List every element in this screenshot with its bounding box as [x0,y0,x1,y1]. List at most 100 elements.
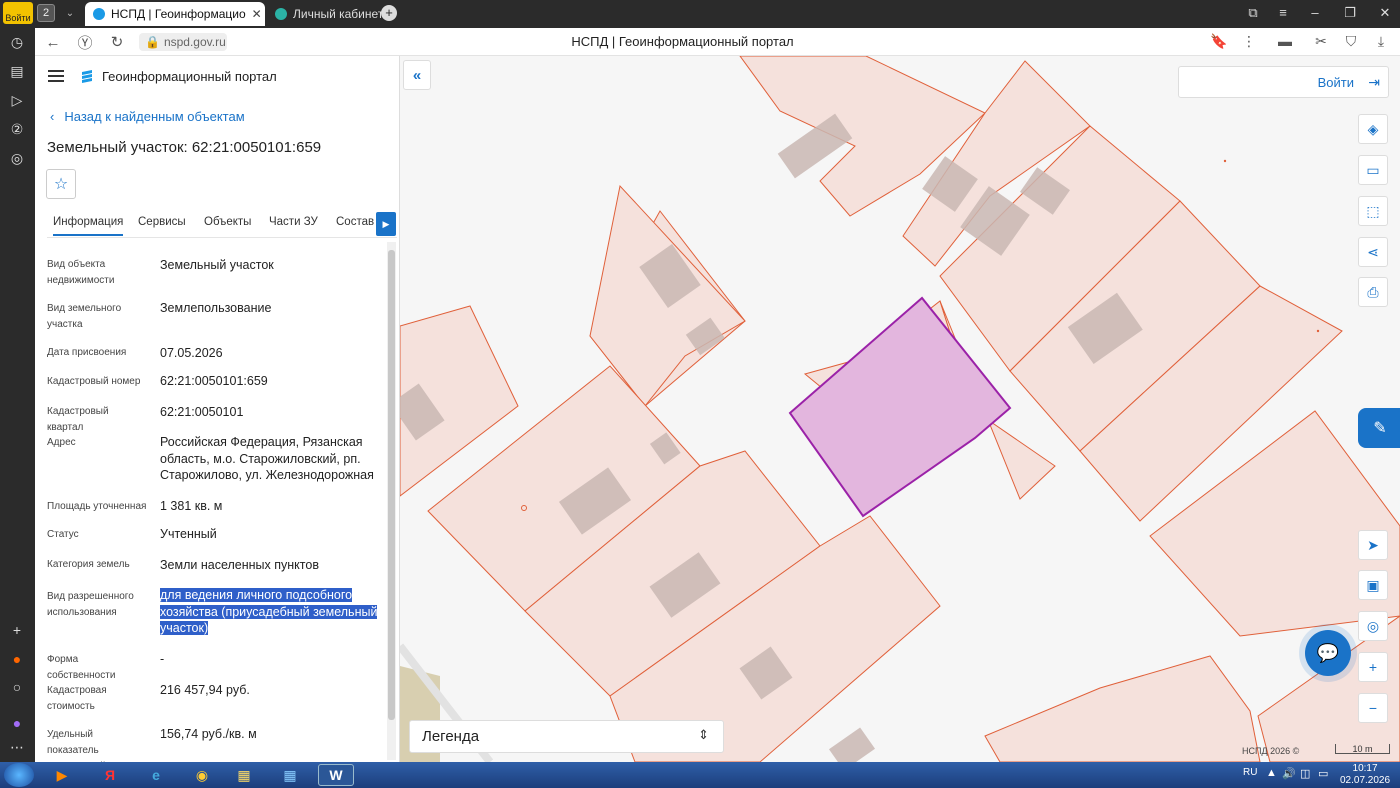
geolocation-button[interactable]: ➤ [1358,530,1388,560]
screenshot-icon[interactable]: ◎ [6,147,28,169]
tab-count-badge[interactable]: 2 [37,4,55,22]
clock[interactable]: 10:17 02.07.2026 [1340,763,1390,787]
media-player-icon[interactable]: ▶ [44,764,80,786]
map-canvas[interactable] [400,56,1400,762]
field-label: Площадь уточненная [47,501,147,512]
panel-scrollbar[interactable] [387,242,396,760]
help-chat-icon: ✎ [1373,420,1387,437]
speaker-icon[interactable]: 🔊 [1282,767,1296,780]
login-button[interactable]: Войти ⇥ [1178,66,1389,98]
field-label: Дата присвоения [47,347,127,358]
extension-icon[interactable]: ✂ [1311,33,1331,50]
field-label: Кадастровый квартал [47,406,109,433]
map-view[interactable]: « Войти ⇥ ◈ ▭ ⬚ ⋖ ⎙ ✎ ➤ ▣ ◎ + − 💬 Легенд… [400,56,1400,762]
object-title: Земельный участок: 62:21:0050101:659 [47,139,322,156]
protect-icon[interactable]: ▬ [1275,33,1295,49]
login-arrow-icon: ⇥ [1368,74,1380,90]
field-label: Статус [47,529,79,540]
hamburger-menu-icon[interactable] [48,70,64,82]
new-tab-button[interactable]: + [381,5,397,21]
app-icon[interactable]: ● [6,648,28,670]
download-icon[interactable]: ⤓ [1371,33,1391,50]
location-search-button[interactable]: ◎ [1358,611,1388,641]
more-icon[interactable]: ⋯ [6,736,28,758]
battery-icon[interactable]: ▭ [1318,767,1328,780]
network-icon[interactable]: ◫ [1300,767,1310,780]
field-value: 1 381 кв. м [160,499,223,513]
file-explorer-icon[interactable]: ▦ [226,764,262,786]
help-button[interactable]: ✎ [1358,408,1400,448]
start-button[interactable] [4,763,34,787]
apps-grid-icon[interactable]: ▦ [272,764,308,786]
legend-label: Легенда [422,728,480,745]
collapse-panel-button[interactable]: « [403,60,431,90]
field-label: Форма собственности [47,654,116,681]
tab-title: Личный кабинет [293,7,384,21]
chrome-icon[interactable]: ◉ [184,764,220,786]
object-info-panel: Геоинформационный портал ‹ Назад к найде… [35,56,400,762]
more-vert-icon[interactable]: ⋮ [1239,33,1259,50]
chat-button[interactable]: 💬 [1305,630,1351,676]
field-value-selected[interactable]: для ведения личного подсобного хозяйства… [160,587,380,637]
scrollbar-thumb[interactable] [388,250,395,720]
tab-information[interactable]: Информация [53,216,124,236]
browser-login-badge[interactable]: Войти [3,2,33,24]
collections-icon[interactable]: ▤ [6,60,28,82]
field-value: Земли населенных пунктов [160,558,319,572]
language-indicator[interactable]: RU [1243,767,1257,778]
tab-parts[interactable]: Части ЗУ [269,216,318,228]
assistant-icon[interactable]: ● [6,712,28,734]
tab-count-text: 2 [42,7,50,19]
tray-up-icon[interactable]: ▲ [1266,767,1277,779]
minus-icon: − [1368,700,1378,716]
tab-objects[interactable]: Объекты [204,216,251,228]
field-label: Кадастровый номер [47,376,141,387]
word-icon[interactable]: W [318,764,354,786]
star-icon: ☆ [53,176,69,193]
internet-explorer-icon[interactable]: e [138,764,174,786]
page-title: НСПД | Геоинформационный портал [571,34,794,49]
ruler-button[interactable]: ▭ [1358,155,1388,185]
scale-label: 10 m [1352,744,1373,754]
field-value: Российская Федерация, Рязанская область,… [160,435,374,482]
select-area-button[interactable]: ⬚ [1358,196,1388,226]
minimap-button[interactable]: ▣ [1358,570,1388,600]
close-icon[interactable]: ✕ [252,7,262,21]
nspd-favicon-icon [93,8,105,20]
close-window-icon[interactable]: ✕ [1375,5,1395,21]
bookmark-icon[interactable]: 🔖 [1209,33,1229,50]
navigation-arrow-icon: ➤ [1367,536,1379,553]
add-panel-icon[interactable]: + [6,619,28,641]
tab-nspd[interactable]: НСПД | Геоинформацио ✕ [85,2,265,26]
alice-icon[interactable]: ○ [6,676,28,698]
legend-dropdown[interactable]: Легенда ⇕ [409,720,724,753]
tab-services[interactable]: Сервисы [138,216,186,228]
history-icon[interactable]: ◷ [6,31,28,53]
tab-composition[interactable]: Состав [336,216,374,228]
back-to-results-link[interactable]: ‹ Назад к найденным объектам [50,109,245,124]
layers-icon: ◈ [1367,120,1379,137]
clock-date: 02.07.2026 [1340,775,1391,786]
counter-icon[interactable]: ② [6,118,28,140]
field-value: Учтенный [160,527,217,541]
chevron-down-icon[interactable]: ⌄ [61,4,79,22]
browser-sidebar: Войти ◷ ▤ ▷ ② ◎ + ● ○ ● ⋯ [0,0,35,762]
windows-taskbar: ▶ Я e ◉ ▦ ▦ W RU ▲ 🔊 ◫ ▭ 10:17 02.07.202… [0,762,1400,788]
zoom-in-button[interactable]: + [1358,652,1388,682]
print-icon: ⎙ [1367,283,1379,300]
shield-icon[interactable]: ⛉ [1341,33,1361,50]
restore-icon[interactable]: ❐ [1340,5,1360,21]
layers-button[interactable]: ◈ [1358,114,1388,144]
favorite-star-button[interactable]: ☆ [46,169,76,199]
share-button[interactable]: ⋖ [1358,237,1388,267]
zoom-out-button[interactable]: − [1358,693,1388,723]
menu-icon[interactable]: ≡ [1273,5,1293,20]
tabs-next-button[interactable]: ▶ [376,212,396,236]
portal-logo-icon [82,70,92,83]
yandex-browser-icon[interactable]: Я [92,764,128,786]
video-icon[interactable]: ▷ [6,89,28,111]
minimize-icon[interactable]: – [1305,5,1325,20]
print-button[interactable]: ⎙ [1358,277,1388,307]
tabs-manager-icon[interactable]: ⧉ [1243,5,1263,21]
parcel-polygon [984,655,1261,762]
